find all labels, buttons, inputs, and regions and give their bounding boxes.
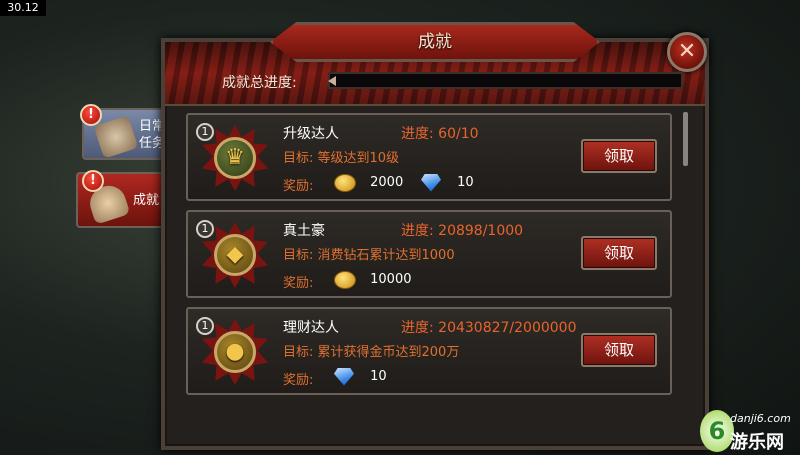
reward-label: 奖励:	[283, 179, 314, 194]
achievement-goal: 目标: 累计获得金币达到200万	[283, 345, 460, 360]
close-x-icon: ✕	[677, 39, 697, 64]
achievement-card: ◆ 1 真土豪 进度: 20898/1000 目标: 消费钻石累计达到1000 …	[186, 210, 672, 298]
achievement-name: 理财达人	[283, 320, 339, 336]
watermark-url: danji6.com	[730, 412, 791, 425]
achievement-card: ♛ 1 升级达人 进度: 60/10 目标: 等级达到10级 奖励: 2000 …	[186, 113, 672, 201]
achievement-name: 升级达人	[283, 126, 339, 142]
tab-achievements-label: 成就	[132, 193, 159, 208]
reward-amount: 10	[457, 175, 474, 190]
reward-diamond: 10	[421, 173, 474, 193]
reward-gold: 10000	[334, 270, 412, 290]
alert-badge-icon: !	[80, 104, 102, 126]
reward-label: 奖励:	[283, 276, 314, 291]
reward-gold: 2000	[334, 173, 403, 193]
achievement-goal: 目标: 等级达到10级	[283, 151, 400, 166]
achievement-progress: 进度: 20430827/2000000	[401, 320, 577, 336]
gold-coin-icon	[334, 173, 356, 192]
reward-label: 奖励:	[283, 373, 314, 388]
achievement-card: ● 1 理财达人 进度: 20430827/2000000 目标: 累计获得金币…	[186, 307, 672, 395]
alert-badge-icon: !	[82, 170, 104, 192]
reward-amount: 10000	[370, 272, 412, 287]
diamond-icon	[421, 173, 441, 192]
achievement-progress: 进度: 20898/1000	[401, 223, 524, 239]
panel-title: 成就	[418, 32, 452, 52]
rank-badge: 1	[196, 220, 214, 238]
list-scrollbar[interactable]	[683, 112, 688, 166]
rank-badge: 1	[196, 317, 214, 335]
gold-coin-icon	[334, 270, 356, 289]
site-watermark: 6 danji6.com 游乐网	[700, 408, 800, 455]
total-progress-label: 成就总进度:	[222, 75, 297, 91]
diamond-icon	[334, 367, 354, 386]
claim-button[interactable]: 领取	[581, 236, 657, 270]
reward-diamond: 10	[334, 367, 387, 387]
close-button[interactable]: ✕	[667, 32, 707, 72]
watermark-name: 游乐网	[730, 432, 784, 453]
fps-counter: 30.12	[0, 0, 46, 16]
achievement-name: 真土豪	[283, 223, 325, 239]
reward-amount: 2000	[370, 175, 404, 190]
total-progress-bar	[328, 72, 683, 89]
achievement-progress: 进度: 60/10	[401, 126, 479, 142]
claim-button[interactable]: 领取	[581, 333, 657, 367]
reward-amount: 10	[370, 369, 387, 384]
achievement-goal: 目标: 消费钻石累计达到1000	[283, 248, 455, 263]
site-logo-icon: 6	[700, 410, 734, 452]
rank-badge: 1	[196, 123, 214, 141]
claim-button[interactable]: 领取	[581, 139, 657, 173]
